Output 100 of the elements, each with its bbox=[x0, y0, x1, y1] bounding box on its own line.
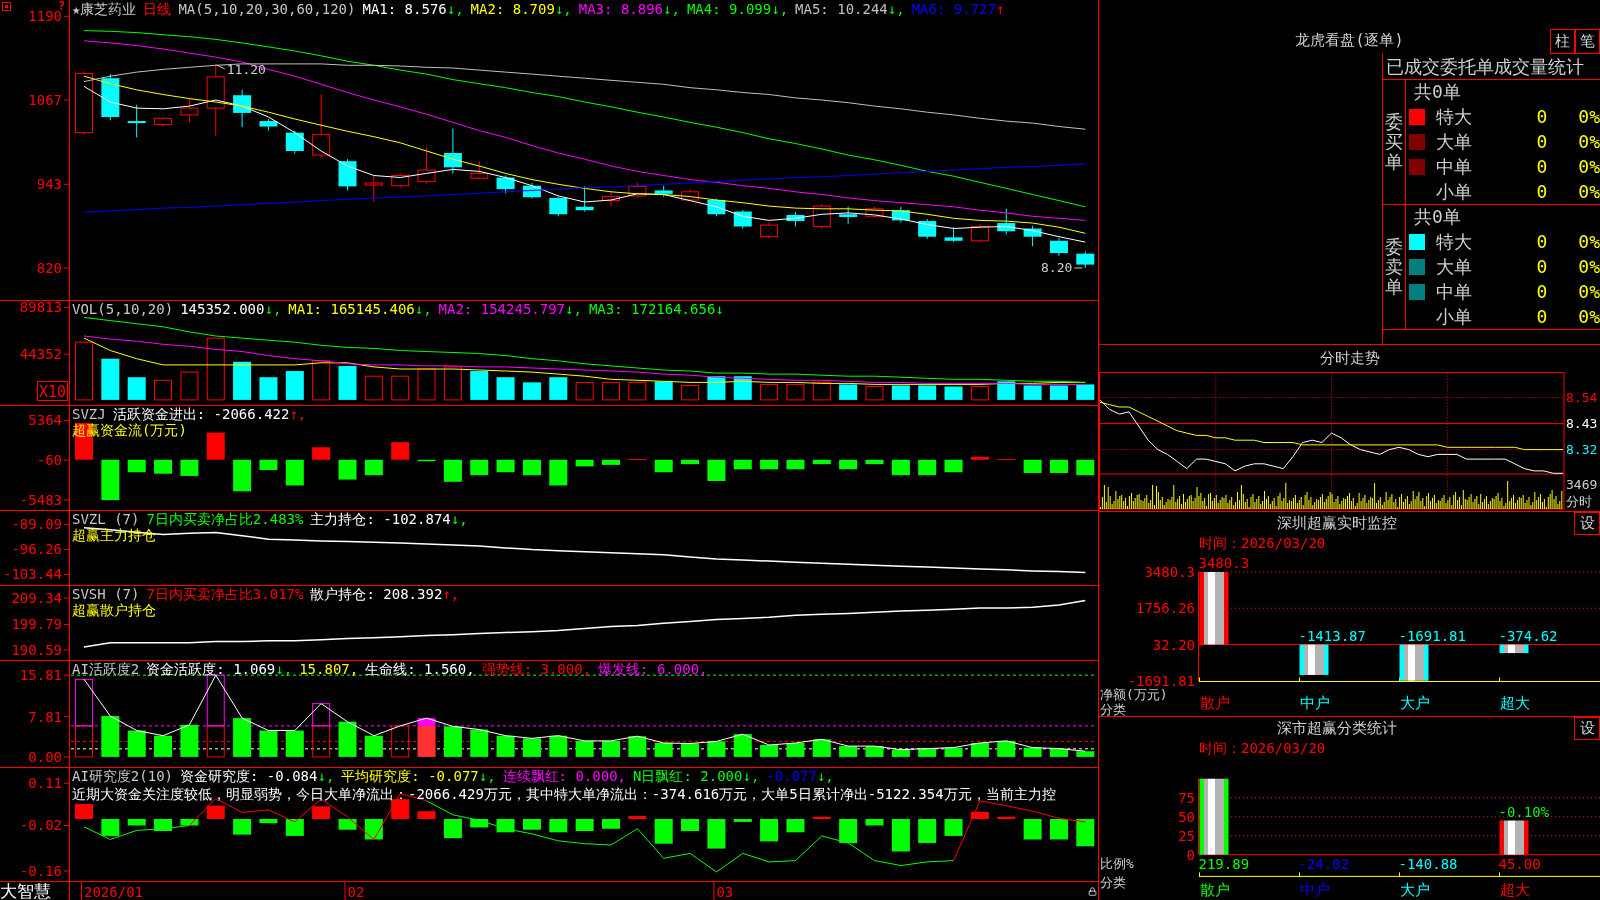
candlestick bbox=[944, 226, 963, 243]
view-toggle-button[interactable]: 柱 bbox=[1550, 29, 1575, 54]
settings-button[interactable]: 设 bbox=[1574, 512, 1600, 535]
flow-bar bbox=[602, 459, 620, 465]
value-label: 3480.3 bbox=[1198, 555, 1250, 571]
panel-title: 深圳超赢实时监控 bbox=[1275, 513, 1398, 534]
flow-bar bbox=[417, 459, 436, 462]
count-value: 0 bbox=[1535, 280, 1549, 303]
candlestick bbox=[812, 203, 831, 230]
activity-bar bbox=[101, 716, 120, 757]
research-bar bbox=[443, 819, 462, 839]
activity-bar bbox=[786, 742, 805, 757]
date-label: 03 bbox=[716, 883, 734, 900]
group-label: 委买单 bbox=[1385, 112, 1403, 172]
view-toggle-button[interactable]: 笔 bbox=[1575, 29, 1600, 54]
trend-arrow: ↓, bbox=[264, 301, 282, 317]
research-bar bbox=[1076, 819, 1095, 847]
flow-bar bbox=[891, 459, 910, 476]
candlestick bbox=[364, 175, 383, 203]
indicator-title: 超赢散户持仓 bbox=[72, 602, 156, 618]
research-bar bbox=[417, 811, 436, 819]
y-axis-label: -0.16 bbox=[19, 863, 62, 879]
activity-bar bbox=[127, 730, 146, 757]
candlestick bbox=[496, 175, 515, 194]
trend-arrow: ↓, bbox=[887, 1, 905, 17]
ratio-value: -140.88 bbox=[1398, 855, 1458, 872]
panel-title: 分时走势 bbox=[1318, 348, 1381, 369]
candlestick bbox=[391, 172, 410, 189]
volume-bar bbox=[75, 341, 93, 401]
y-axis-label: 0.11 bbox=[28, 775, 62, 792]
activity-bar bbox=[865, 746, 884, 757]
category-label: 超大 bbox=[1499, 881, 1530, 899]
ratio-value: 219.89 bbox=[1198, 855, 1250, 872]
y-axis-label: 15.81 bbox=[19, 667, 62, 684]
activity-bar bbox=[259, 730, 278, 757]
flow-bar bbox=[707, 459, 726, 482]
flow-bar bbox=[944, 459, 963, 473]
flow-bar bbox=[154, 459, 173, 474]
candlestick bbox=[312, 94, 331, 159]
volume-bar bbox=[391, 375, 410, 401]
activity-bar bbox=[944, 747, 963, 757]
y-axis-label: 25 bbox=[1178, 827, 1195, 844]
y-axis-label: 1756.26 bbox=[1136, 600, 1195, 617]
activity-bar bbox=[338, 721, 357, 757]
volume-bar bbox=[549, 377, 568, 400]
flow-bar bbox=[206, 432, 225, 460]
trend-arrow: ↓, bbox=[317, 768, 335, 784]
indicator-label: 资金活跃度: 1.069 bbox=[146, 661, 276, 677]
percent-value: 0% bbox=[1578, 180, 1600, 203]
ratio-value: -24.02 bbox=[1298, 855, 1350, 872]
trend-arrow: ↓ bbox=[715, 301, 724, 317]
y-axis-label: 89813 bbox=[19, 300, 62, 316]
volume-bar bbox=[839, 384, 858, 400]
candlestick bbox=[417, 147, 436, 185]
research-bar bbox=[75, 804, 93, 819]
category-label: 大户 bbox=[1399, 694, 1430, 712]
y-axis-label: 1067 bbox=[28, 92, 62, 108]
candlestick bbox=[839, 206, 858, 225]
candlestick bbox=[997, 208, 1016, 236]
trend-arrow: ↓, bbox=[742, 768, 760, 784]
indicator-label: 生命线: 1.560, bbox=[365, 661, 475, 677]
volume-max-label: 3469 bbox=[1566, 476, 1598, 492]
indicator-label: 15.807, bbox=[299, 661, 359, 677]
research-bar bbox=[786, 819, 805, 833]
research-bar bbox=[206, 805, 225, 819]
flow-bar bbox=[496, 459, 515, 473]
row-label: 特大 bbox=[1436, 230, 1473, 253]
candlestick bbox=[522, 182, 541, 200]
indicator-label: 散户持仓: 208.392 bbox=[310, 586, 443, 602]
order-total: 共0单 bbox=[1413, 205, 1461, 229]
count-value: 0 bbox=[1535, 305, 1549, 328]
candlestick bbox=[654, 185, 673, 198]
candlestick bbox=[127, 104, 146, 138]
activity-bar bbox=[364, 735, 383, 757]
indicator-label: SVZL (7) bbox=[72, 511, 140, 527]
flow-bar bbox=[681, 459, 700, 465]
flow-bar bbox=[654, 459, 673, 473]
candlestick bbox=[180, 97, 199, 123]
timestamp: 时间：2026/03/20 bbox=[1199, 740, 1326, 757]
research-bar bbox=[1049, 819, 1068, 840]
flow-bar bbox=[549, 459, 568, 486]
flow-bar bbox=[391, 442, 410, 460]
volume-bar bbox=[127, 377, 146, 400]
settings-button[interactable]: 设 bbox=[1574, 717, 1600, 740]
activity-bar bbox=[391, 725, 410, 758]
activity-bar bbox=[312, 703, 331, 727]
row-label: 小单 bbox=[1436, 180, 1473, 203]
flow-bar bbox=[865, 459, 884, 465]
activity-bar bbox=[154, 735, 173, 757]
category-label: 超大 bbox=[1499, 694, 1530, 712]
y-axis-label: 8.32 bbox=[1566, 442, 1598, 458]
lock-icon bbox=[1087, 886, 1097, 896]
activity-bar bbox=[312, 725, 331, 758]
flow-bar bbox=[127, 459, 146, 473]
multiplier-badge: X10 bbox=[37, 381, 68, 401]
activity-bar bbox=[285, 730, 304, 757]
volume-bar bbox=[1076, 384, 1095, 400]
y-axis-label: -89.09 bbox=[11, 516, 62, 533]
research-bar bbox=[312, 806, 331, 819]
activity-bar bbox=[470, 729, 489, 757]
